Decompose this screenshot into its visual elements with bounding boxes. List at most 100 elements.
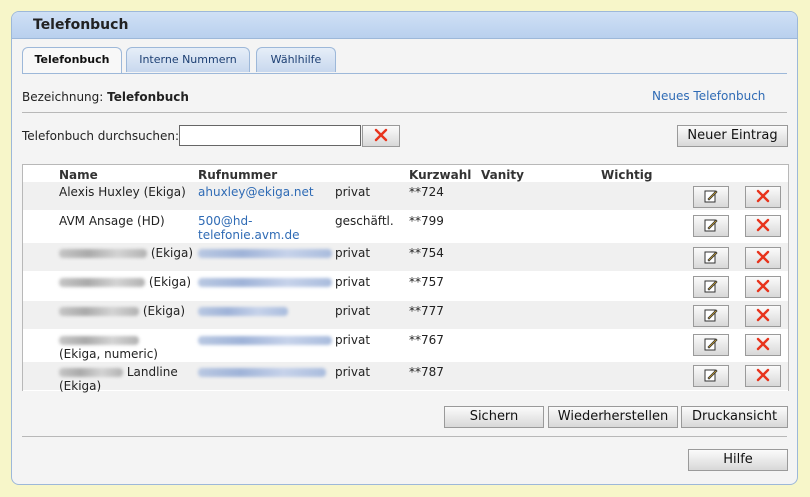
table-row: Landline (Ekiga) privat **787 bbox=[23, 362, 788, 393]
tab-waehlhilfe[interactable]: Wählhilfe bbox=[256, 47, 336, 72]
table-row: (Ekiga) privat **757 bbox=[23, 272, 788, 301]
redacted-number bbox=[198, 249, 332, 258]
entry-name-wrap: (Ekiga, numeric) bbox=[59, 333, 179, 361]
redacted-name bbox=[59, 307, 139, 316]
delete-entry-button[interactable] bbox=[745, 247, 781, 269]
edit-entry-button[interactable] bbox=[693, 365, 729, 387]
entry-speed-dial: **757 bbox=[409, 275, 444, 289]
delete-icon bbox=[373, 127, 389, 146]
entry-number-wrap bbox=[198, 333, 332, 347]
entry-name-wrap: (Ekiga) bbox=[59, 304, 185, 318]
restore-button[interactable]: Wiederherstellen bbox=[548, 406, 678, 428]
entry-speed-dial: **777 bbox=[409, 304, 444, 318]
edit-icon bbox=[703, 307, 719, 326]
bezeichnung-field: Bezeichnung: Telefonbuch bbox=[22, 90, 189, 104]
column-header-name: Name bbox=[59, 168, 98, 182]
edit-entry-button[interactable] bbox=[693, 334, 729, 356]
edit-entry-button[interactable] bbox=[693, 186, 729, 208]
entry-type: geschäftl. bbox=[335, 214, 394, 228]
entry-number-wrap bbox=[198, 246, 332, 260]
delete-entry-button[interactable] bbox=[745, 276, 781, 298]
edit-entry-button[interactable] bbox=[693, 276, 729, 298]
delete-icon bbox=[755, 367, 771, 386]
entry-number-wrap bbox=[198, 275, 332, 289]
delete-entry-button[interactable] bbox=[745, 365, 781, 387]
delete-icon bbox=[755, 336, 771, 355]
entry-type: privat bbox=[335, 275, 371, 289]
delete-entry-button[interactable] bbox=[745, 215, 781, 237]
search-input[interactable] bbox=[179, 125, 361, 146]
delete-entry-button[interactable] bbox=[745, 334, 781, 356]
entry-name: (Ekiga) bbox=[147, 246, 194, 260]
entry-name-wrap: (Ekiga) bbox=[59, 246, 193, 260]
entry-number-wrap bbox=[198, 365, 326, 379]
bezeichnung-label: Bezeichnung: bbox=[22, 90, 104, 104]
redacted-name bbox=[59, 336, 139, 345]
entry-name: (Ekiga, numeric) bbox=[59, 347, 158, 361]
redacted-name bbox=[59, 278, 145, 287]
save-button[interactable]: Sichern bbox=[444, 406, 544, 428]
entry-type: privat bbox=[335, 365, 371, 379]
table-row: (Ekiga) privat **777 bbox=[23, 301, 788, 330]
edit-icon bbox=[703, 278, 719, 297]
new-phonebook-link[interactable]: Neues Telefonbuch bbox=[652, 89, 765, 103]
redacted-number bbox=[198, 336, 332, 345]
help-button[interactable]: Hilfe bbox=[688, 449, 788, 471]
table-row: (Ekiga) privat **754 bbox=[23, 243, 788, 272]
tab-interne-nummern[interactable]: Interne Nummern bbox=[126, 47, 250, 72]
entry-name-wrap: (Ekiga) bbox=[59, 275, 191, 289]
edit-icon bbox=[703, 336, 719, 355]
column-header-important: Wichtig bbox=[601, 168, 653, 182]
new-entry-button[interactable]: Neuer Eintrag bbox=[677, 125, 788, 147]
entry-type: privat bbox=[335, 185, 371, 199]
redacted-number bbox=[198, 307, 288, 316]
delete-icon bbox=[755, 217, 771, 236]
edit-entry-button[interactable] bbox=[693, 215, 729, 237]
redacted-number bbox=[198, 278, 332, 287]
tab-divider bbox=[22, 73, 787, 74]
entry-speed-dial: **799 bbox=[409, 214, 444, 228]
tab-telefonbuch[interactable]: Telefonbuch bbox=[22, 47, 122, 73]
edit-entry-button[interactable] bbox=[693, 305, 729, 327]
edit-icon bbox=[703, 249, 719, 268]
entry-speed-dial: **767 bbox=[409, 333, 444, 347]
entry-type: privat bbox=[335, 246, 371, 260]
delete-entry-button[interactable] bbox=[745, 305, 781, 327]
entry-number[interactable]: 500@hd-telefonie.avm.de bbox=[198, 214, 299, 242]
table-row: Alexis Huxley (Ekiga) ahuxley@ekiga.net … bbox=[23, 182, 788, 211]
entry-speed-dial: **724 bbox=[409, 185, 444, 199]
footer-divider bbox=[22, 436, 787, 437]
table-row: (Ekiga, numeric) privat **767 bbox=[23, 330, 788, 362]
edit-icon bbox=[703, 367, 719, 386]
column-header-number: Rufnummer bbox=[198, 168, 278, 182]
redacted-name bbox=[59, 249, 147, 258]
delete-entry-button[interactable] bbox=[745, 186, 781, 208]
delete-icon bbox=[755, 307, 771, 326]
edit-icon bbox=[703, 188, 719, 207]
entry-type: privat bbox=[335, 333, 371, 347]
table-row: AVM Ansage (HD) 500@hd-telefonie.avm.de … bbox=[23, 211, 788, 243]
divider bbox=[22, 112, 787, 113]
entry-speed-dial: **754 bbox=[409, 246, 444, 260]
entry-name: (Ekiga) bbox=[145, 275, 192, 289]
phonebook-panel: Telefonbuch Telefonbuch Interne Nummern … bbox=[11, 11, 798, 485]
edit-icon bbox=[703, 217, 719, 236]
search-label: Telefonbuch durchsuchen: bbox=[22, 129, 179, 143]
delete-icon bbox=[755, 188, 771, 207]
column-header-speed-dial: Kurzwahl bbox=[409, 168, 472, 182]
print-view-button[interactable]: Druckansicht bbox=[681, 406, 788, 428]
entry-name: AVM Ansage (HD) bbox=[59, 214, 165, 228]
panel-title: Telefonbuch bbox=[12, 12, 797, 39]
phonebook-table: Name Rufnummer Kurzwahl Vanity Wichtig A… bbox=[22, 164, 789, 393]
delete-icon bbox=[755, 278, 771, 297]
column-header-vanity: Vanity bbox=[481, 168, 524, 182]
edit-entry-button[interactable] bbox=[693, 247, 729, 269]
entry-name: Alexis Huxley (Ekiga) bbox=[59, 185, 186, 199]
bezeichnung-value: Telefonbuch bbox=[107, 90, 189, 104]
entry-name-wrap: Landline (Ekiga) bbox=[59, 365, 189, 393]
clear-search-button[interactable] bbox=[362, 125, 400, 147]
entry-number-wrap bbox=[198, 304, 288, 318]
entry-name: (Ekiga) bbox=[139, 304, 186, 318]
redacted-number bbox=[198, 368, 326, 377]
entry-number[interactable]: ahuxley@ekiga.net bbox=[198, 185, 314, 199]
